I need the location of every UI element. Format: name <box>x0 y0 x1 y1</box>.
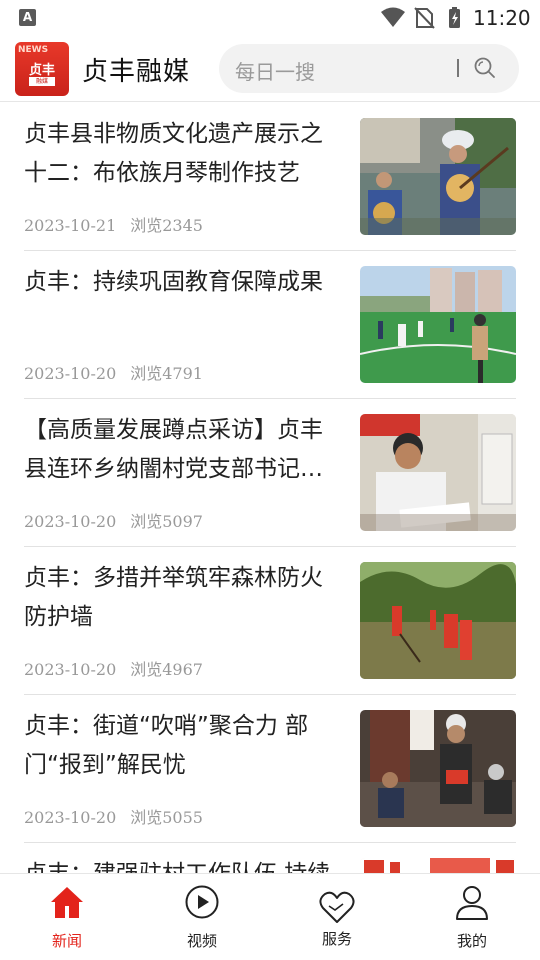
logo-badge: NEWS <box>18 45 49 55</box>
news-thumbnail[interactable] <box>360 710 516 827</box>
news-views: 浏览4967 <box>130 660 203 679</box>
status-bar: A 11:20 <box>0 0 540 36</box>
news-date: 2023-10-20 <box>24 660 117 679</box>
app-title: 贞丰融媒 <box>82 57 191 87</box>
news-thumbnail[interactable] <box>360 118 516 235</box>
news-views: 浏览5055 <box>130 808 203 827</box>
news-item[interactable]: 贞丰：街道“吹哨”聚合力 部门“报到”解民忧 2023-10-20 浏览5055 <box>24 695 516 843</box>
news-date: 2023-10-20 <box>24 364 117 383</box>
clock: 11:20 <box>473 6 531 30</box>
news-meta: 2023-10-20 浏览4791 <box>24 360 203 384</box>
nav-label: 我的 <box>456 932 487 950</box>
user-icon <box>456 886 488 920</box>
wifi-icon <box>381 7 405 27</box>
news-date: 2023-10-21 <box>24 216 117 235</box>
search-icon[interactable] <box>473 56 497 80</box>
news-views: 浏览2345 <box>130 216 203 235</box>
nav-profile[interactable]: 我的 <box>422 874 522 960</box>
bottom-nav: 新闻 视频 服务 我的 <box>0 873 540 960</box>
news-meta: 2023-10-21 浏览2345 <box>24 212 203 236</box>
news-item[interactable]: 贞丰县非物质文化遗产展示之十二：布依族月琴制作技艺 2023-10-21 浏览23… <box>24 103 516 251</box>
notification-icon: A <box>19 9 36 26</box>
status-icons <box>381 7 460 29</box>
home-icon <box>51 887 83 918</box>
news-title[interactable]: 贞丰：街道“吹哨”聚合力 部门“报到”解民忧 <box>24 707 342 785</box>
news-thumbnail[interactable] <box>360 266 516 383</box>
news-item[interactable]: 贞丰：多措并举筑牢森林防火防护墙 2023-10-20 浏览4967 <box>24 547 516 695</box>
app-logo[interactable]: NEWS 贞丰 融媒 <box>15 42 69 96</box>
nav-label: 视频 <box>186 932 217 950</box>
heart-hands-icon <box>319 891 355 923</box>
search-input[interactable]: 每日一搜 <box>235 56 315 85</box>
news-meta: 2023-10-20 浏览5055 <box>24 804 203 828</box>
nav-service[interactable]: 服务 <box>287 874 387 960</box>
news-views: 浏览5097 <box>130 512 203 531</box>
news-title[interactable]: 贞丰：建强驻村工作队伍 持续 <box>24 855 342 873</box>
news-date: 2023-10-20 <box>24 808 117 827</box>
logo-subtext: 融媒 <box>29 77 55 86</box>
news-item[interactable]: 贞丰：建强驻村工作队伍 持续 <box>24 843 516 873</box>
news-thumbnail[interactable] <box>360 562 516 679</box>
nav-news[interactable]: 新闻 <box>17 874 117 960</box>
logo-text: 贞丰 <box>28 63 55 78</box>
nav-video[interactable]: 视频 <box>152 874 252 960</box>
news-views: 浏览4791 <box>130 364 203 383</box>
news-list[interactable]: 贞丰县非物质文化遗产展示之十二：布依族月琴制作技艺 2023-10-21 浏览23… <box>0 103 540 873</box>
news-date: 2023-10-20 <box>24 512 117 531</box>
nav-label: 服务 <box>321 930 352 948</box>
search-bar[interactable]: 每日一搜 <box>219 44 519 93</box>
news-meta: 2023-10-20 浏览4967 <box>24 656 203 680</box>
news-title[interactable]: 贞丰县非物质文化遗产展示之十二：布依族月琴制作技艺 <box>24 115 342 193</box>
news-thumbnail[interactable] <box>360 414 516 531</box>
news-item[interactable]: 贞丰：持续巩固教育保障成果 2023-10-20 浏览4791 <box>24 251 516 399</box>
app-header: NEWS 贞丰 融媒 贞丰融媒 每日一搜 <box>0 36 540 102</box>
search-divider <box>457 59 459 77</box>
news-meta: 2023-10-20 浏览5097 <box>24 508 203 532</box>
news-thumbnail[interactable] <box>360 858 516 873</box>
play-circle-icon <box>185 885 219 919</box>
news-title[interactable]: 贞丰：多措并举筑牢森林防火防护墙 <box>24 559 342 637</box>
news-title[interactable]: 【高质量发展蹲点采访】贞丰县连环乡纳闇村党支部书记… <box>24 411 342 489</box>
news-item[interactable]: 【高质量发展蹲点采访】贞丰县连环乡纳闇村党支部书记… 2023-10-20 浏览5… <box>24 399 516 547</box>
battery-icon <box>449 7 460 28</box>
news-title[interactable]: 贞丰：持续巩固教育保障成果 <box>24 263 342 302</box>
nav-label: 新闻 <box>51 932 82 950</box>
no-sim-icon <box>414 7 435 29</box>
